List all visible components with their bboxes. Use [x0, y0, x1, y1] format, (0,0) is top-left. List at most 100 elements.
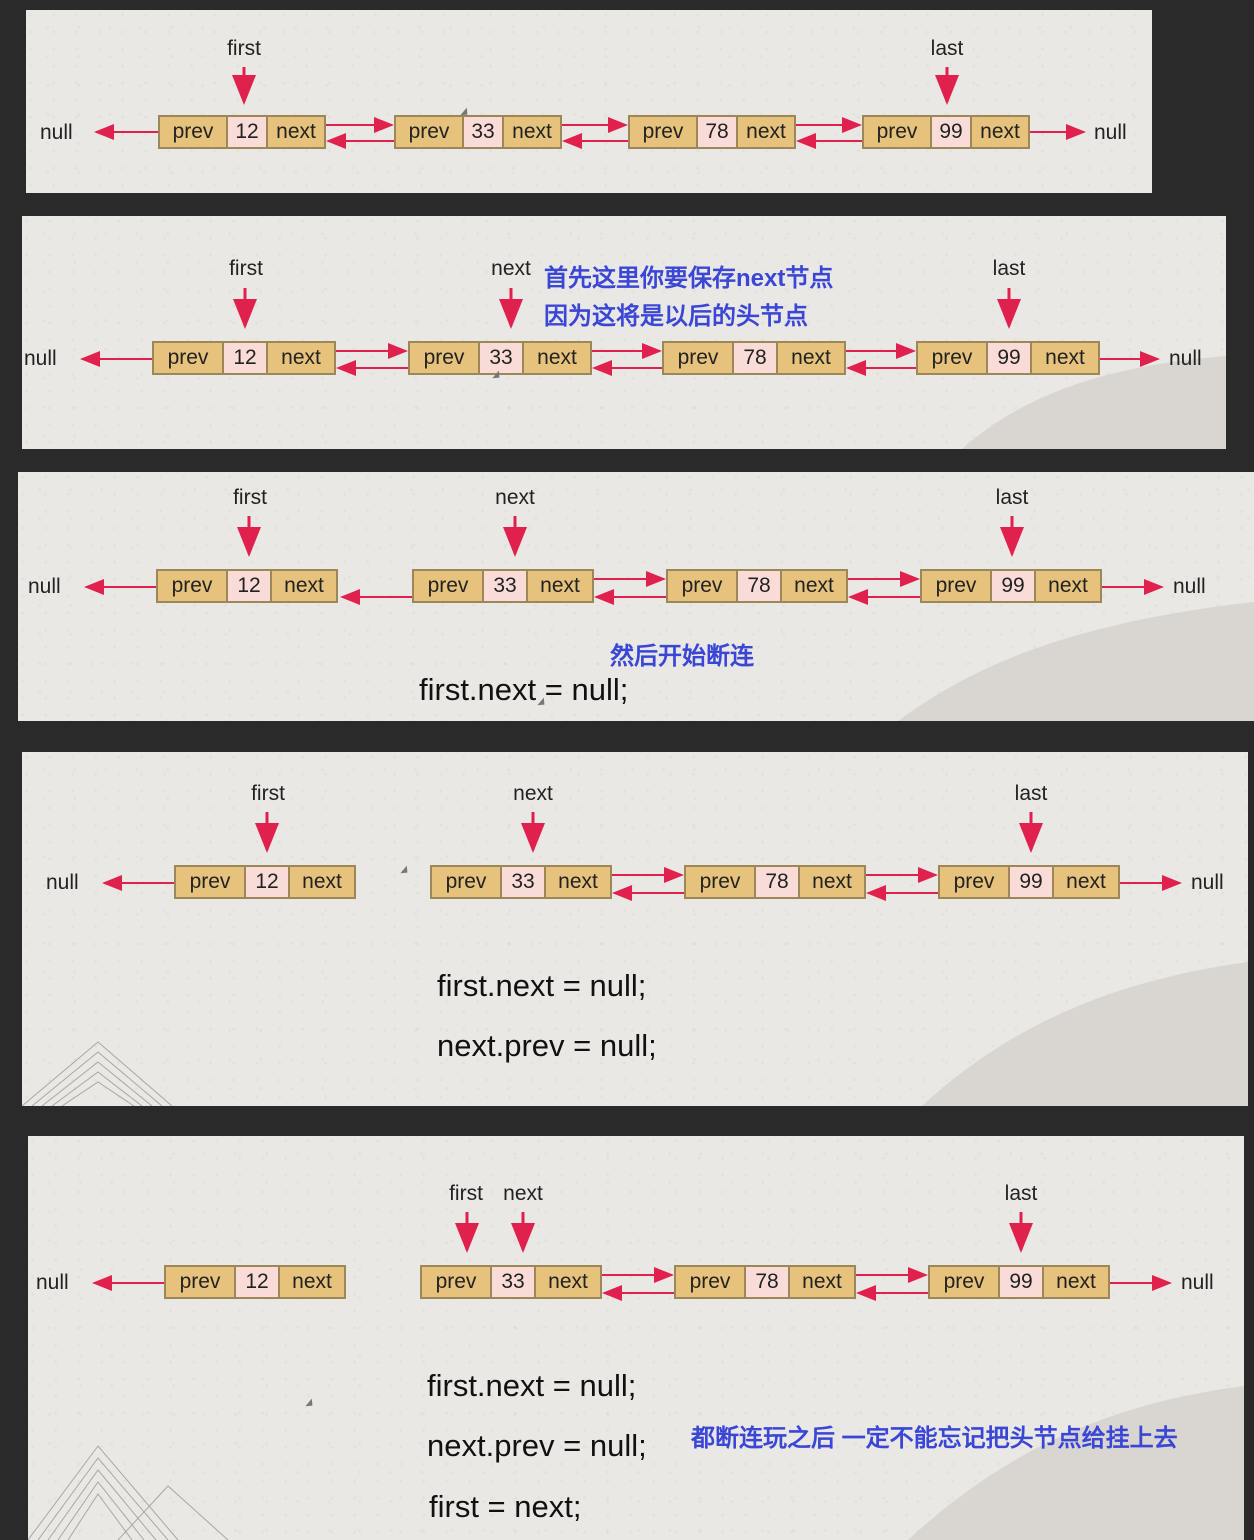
annotation-finally: 都断连玩之后 一定不能忘记把头节点给挂上去	[691, 1425, 1178, 1452]
node-prev-cell: prev	[176, 867, 246, 897]
node-value-cell: 12	[236, 1267, 280, 1297]
node-99: prev 99 next	[920, 569, 1102, 603]
node-12: prev 12 next	[152, 341, 336, 375]
node-prev-cell: prev	[414, 571, 484, 601]
null-left: null	[28, 575, 61, 598]
arrows	[94, 67, 1086, 149]
node-value-cell: 33	[480, 343, 524, 373]
arrows	[80, 288, 1160, 376]
node-value-cell: 99	[932, 117, 972, 147]
diagram-panel-3: first next last prev 12 next prev 33 nex…	[18, 472, 1254, 721]
node-prev-cell: prev	[432, 867, 502, 897]
code-first-next-null: first.next = null;	[427, 1368, 637, 1403]
node-prev-cell: prev	[158, 571, 228, 601]
node-value-cell: 78	[698, 117, 738, 147]
null-right: null	[1191, 871, 1224, 894]
last-pointer-label: last	[930, 37, 964, 60]
last-pointer-label: last	[992, 257, 1026, 280]
node-prev-cell: prev	[940, 867, 1010, 897]
node-prev-cell: prev	[686, 867, 756, 897]
null-left: null	[40, 121, 73, 144]
node-12: prev 12 next	[164, 1265, 346, 1299]
last-pointer-label: last	[995, 486, 1029, 509]
node-value-cell: 12	[246, 867, 290, 897]
node-next-cell: next	[1066, 870, 1106, 893]
node-value-cell: 33	[464, 117, 504, 147]
code-next-prev-null: next.prev = null;	[437, 1028, 657, 1063]
node-99: prev 99 next	[928, 1265, 1110, 1299]
annotation-save-next-line1: 首先这里你要保存next节点	[544, 265, 834, 292]
node-prev-cell: prev	[630, 117, 698, 147]
last-pointer-label: last	[1004, 1182, 1038, 1205]
node-value-cell: 99	[988, 343, 1032, 373]
next-pointer-label: next	[513, 782, 553, 805]
node-next-cell: next	[537, 346, 577, 369]
node-value-cell: 12	[228, 571, 272, 601]
node-next-cell: next	[746, 120, 786, 143]
next-pointer-label: next	[491, 257, 531, 280]
code-first-next-null: first.next = null;	[419, 672, 629, 707]
node-prev-cell: prev	[668, 571, 738, 601]
node-next-cell: next	[1048, 574, 1088, 597]
node-next-cell: next	[548, 1270, 588, 1293]
node-next-cell: next	[1056, 1270, 1096, 1293]
mountain-decoration	[28, 1386, 1244, 1540]
node-next-cell: next	[802, 1270, 842, 1293]
node-next-cell: next	[302, 870, 342, 893]
diagram-panel-5: first next last prev 12 next prev 33 nex…	[28, 1136, 1244, 1540]
code-next-prev-null: next.prev = null;	[427, 1428, 647, 1463]
node-value-cell: 78	[756, 867, 800, 897]
node-78: prev 78 next	[662, 341, 846, 375]
null-right: null	[1173, 575, 1206, 598]
null-right: null	[1169, 347, 1202, 370]
node-78: prev 78 next	[684, 865, 866, 899]
node-next-cell: next	[281, 346, 321, 369]
node-value-cell: 78	[746, 1267, 790, 1297]
node-value-cell: 99	[1010, 867, 1054, 897]
node-next-cell: next	[540, 574, 580, 597]
code-first-next-null: first.next = null;	[437, 968, 647, 1003]
node-prev-cell: prev	[664, 343, 734, 373]
node-next-cell: next	[512, 120, 552, 143]
null-right: null	[1094, 121, 1127, 144]
node-next-cell: next	[276, 120, 316, 143]
node-next-cell: next	[284, 574, 324, 597]
next-pointer-label: next	[503, 1182, 543, 1205]
node-value-cell: 33	[492, 1267, 536, 1297]
node-value-cell: 33	[502, 867, 546, 897]
code-first-eq-next: first = next;	[429, 1489, 582, 1524]
node-78: prev 78 next	[628, 115, 796, 149]
node-prev-cell: prev	[922, 571, 992, 601]
node-value-cell: 78	[738, 571, 782, 601]
node-prev-cell: prev	[930, 1267, 1000, 1297]
arrows	[92, 1212, 1172, 1301]
node-next-cell: next	[558, 870, 598, 893]
mouse-cursor-icon	[400, 865, 411, 877]
diagram-panel-4: first next last prev 12 next prev 33 nex…	[22, 752, 1248, 1106]
annotation-save-next-line2: 因为这将是以后的头节点	[544, 303, 808, 330]
node-value-cell: 78	[734, 343, 778, 373]
annotation-start-break: 然后开始断连	[610, 643, 754, 670]
node-33: prev 33 next	[420, 1265, 602, 1299]
node-value-cell: 99	[992, 571, 1036, 601]
null-left: null	[24, 347, 57, 370]
mountain-decoration	[962, 356, 1226, 449]
node-prev-cell: prev	[422, 1267, 492, 1297]
node-value-cell: 99	[1000, 1267, 1044, 1297]
node-next-cell: next	[812, 870, 852, 893]
node-next-cell: next	[791, 346, 831, 369]
node-next-cell: next	[1045, 346, 1085, 369]
node-99: prev 99 next	[938, 865, 1120, 899]
last-pointer-label: last	[1014, 782, 1048, 805]
node-prev-cell: prev	[166, 1267, 236, 1297]
node-99: prev 99 next	[862, 115, 1030, 149]
node-12: prev 12 next	[156, 569, 338, 603]
null-left: null	[46, 871, 79, 894]
node-next-cell: next	[292, 1270, 332, 1293]
node-33: prev 33 next	[430, 865, 612, 899]
node-prev-cell: prev	[154, 343, 224, 373]
first-pointer-label: first	[449, 1182, 483, 1205]
node-prev-cell: prev	[918, 343, 988, 373]
first-pointer-label: first	[227, 37, 261, 60]
diagram-panel-1: first last prev 12 next prev 33 next pre…	[26, 10, 1152, 193]
